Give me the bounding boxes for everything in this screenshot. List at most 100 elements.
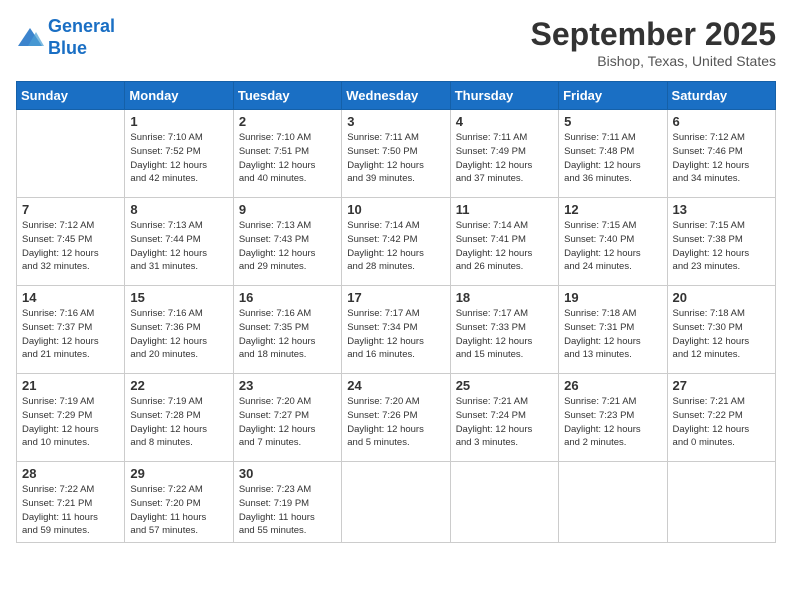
calendar-cell: 9 Sunrise: 7:13 AM Sunset: 7:43 PM Daylig… bbox=[233, 198, 341, 286]
day-info: Sunrise: 7:12 AM Sunset: 7:46 PM Dayligh… bbox=[673, 131, 770, 186]
day-number: 6 bbox=[673, 114, 770, 129]
calendar-cell: 24 Sunrise: 7:20 AM Sunset: 7:26 PM Dayli… bbox=[342, 374, 450, 462]
day-number: 30 bbox=[239, 466, 336, 481]
day-info: Sunrise: 7:19 AM Sunset: 7:29 PM Dayligh… bbox=[22, 395, 119, 450]
header-row: Sunday Monday Tuesday Wednesday Thursday… bbox=[17, 82, 776, 110]
day-number: 22 bbox=[130, 378, 227, 393]
day-number: 23 bbox=[239, 378, 336, 393]
day-number: 28 bbox=[22, 466, 119, 481]
day-info: Sunrise: 7:21 AM Sunset: 7:23 PM Dayligh… bbox=[564, 395, 661, 450]
day-number: 19 bbox=[564, 290, 661, 305]
day-info: Sunrise: 7:14 AM Sunset: 7:41 PM Dayligh… bbox=[456, 219, 553, 274]
calendar-week-5: 28 Sunrise: 7:22 AM Sunset: 7:21 PM Dayli… bbox=[17, 462, 776, 543]
calendar-week-3: 14 Sunrise: 7:16 AM Sunset: 7:37 PM Dayli… bbox=[17, 286, 776, 374]
page-header: General Blue September 2025 Bishop, Texa… bbox=[16, 16, 776, 69]
day-info: Sunrise: 7:20 AM Sunset: 7:27 PM Dayligh… bbox=[239, 395, 336, 450]
day-info: Sunrise: 7:13 AM Sunset: 7:44 PM Dayligh… bbox=[130, 219, 227, 274]
day-number: 25 bbox=[456, 378, 553, 393]
calendar-cell: 7Sunrise: 7:12 AM Sunset: 7:45 PM Daylig… bbox=[17, 198, 125, 286]
calendar-cell: 2 Sunrise: 7:10 AM Sunset: 7:51 PM Daylig… bbox=[233, 110, 341, 198]
calendar-cell: 16Sunrise: 7:16 AM Sunset: 7:35 PM Dayli… bbox=[233, 286, 341, 374]
day-info: Sunrise: 7:23 AM Sunset: 7:19 PM Dayligh… bbox=[239, 483, 336, 538]
day-info: Sunrise: 7:22 AM Sunset: 7:21 PM Dayligh… bbox=[22, 483, 119, 538]
calendar-cell: 4 Sunrise: 7:11 AM Sunset: 7:49 PM Daylig… bbox=[450, 110, 558, 198]
day-info: Sunrise: 7:11 AM Sunset: 7:49 PM Dayligh… bbox=[456, 131, 553, 186]
calendar-cell: 18 Sunrise: 7:17 AM Sunset: 7:33 PM Dayli… bbox=[450, 286, 558, 374]
day-number: 2 bbox=[239, 114, 336, 129]
calendar-cell: 8 Sunrise: 7:13 AM Sunset: 7:44 PM Daylig… bbox=[125, 198, 233, 286]
day-info: Sunrise: 7:14 AM Sunset: 7:42 PM Dayligh… bbox=[347, 219, 444, 274]
calendar-cell: 1 Sunrise: 7:10 AM Sunset: 7:52 PM Daylig… bbox=[125, 110, 233, 198]
header-sunday: Sunday bbox=[17, 82, 125, 110]
calendar-cell bbox=[450, 462, 558, 543]
calendar-cell: 10 Sunrise: 7:14 AM Sunset: 7:42 PM Dayli… bbox=[342, 198, 450, 286]
day-info: Sunrise: 7:15 AM Sunset: 7:38 PM Dayligh… bbox=[673, 219, 770, 274]
day-number: 10 bbox=[347, 202, 444, 217]
day-number: 27 bbox=[673, 378, 770, 393]
calendar-cell: 27Sunrise: 7:21 AM Sunset: 7:22 PM Dayli… bbox=[667, 374, 775, 462]
day-number: 14 bbox=[22, 290, 119, 305]
day-number: 18 bbox=[456, 290, 553, 305]
calendar-cell: 12 Sunrise: 7:15 AM Sunset: 7:40 PM Dayli… bbox=[559, 198, 667, 286]
day-info: Sunrise: 7:12 AM Sunset: 7:45 PM Dayligh… bbox=[22, 219, 119, 274]
calendar-cell: 26 Sunrise: 7:21 AM Sunset: 7:23 PM Dayli… bbox=[559, 374, 667, 462]
day-info: Sunrise: 7:22 AM Sunset: 7:20 PM Dayligh… bbox=[130, 483, 227, 538]
day-info: Sunrise: 7:11 AM Sunset: 7:50 PM Dayligh… bbox=[347, 131, 444, 186]
day-info: Sunrise: 7:16 AM Sunset: 7:35 PM Dayligh… bbox=[239, 307, 336, 362]
calendar-cell: 29 Sunrise: 7:22 AM Sunset: 7:20 PM Dayli… bbox=[125, 462, 233, 543]
day-info: Sunrise: 7:10 AM Sunset: 7:52 PM Dayligh… bbox=[130, 131, 227, 186]
logo: General Blue bbox=[16, 16, 115, 59]
calendar-table: Sunday Monday Tuesday Wednesday Thursday… bbox=[16, 81, 776, 543]
title-block: September 2025 Bishop, Texas, United Sta… bbox=[531, 16, 776, 69]
day-number: 12 bbox=[564, 202, 661, 217]
day-number: 24 bbox=[347, 378, 444, 393]
calendar-cell: 21Sunrise: 7:19 AM Sunset: 7:29 PM Dayli… bbox=[17, 374, 125, 462]
header-friday: Friday bbox=[559, 82, 667, 110]
day-number: 20 bbox=[673, 290, 770, 305]
calendar-week-1: 1 Sunrise: 7:10 AM Sunset: 7:52 PM Daylig… bbox=[17, 110, 776, 198]
day-info: Sunrise: 7:19 AM Sunset: 7:28 PM Dayligh… bbox=[130, 395, 227, 450]
day-number: 4 bbox=[456, 114, 553, 129]
calendar-cell: 19Sunrise: 7:18 AM Sunset: 7:31 PM Dayli… bbox=[559, 286, 667, 374]
day-info: Sunrise: 7:10 AM Sunset: 7:51 PM Dayligh… bbox=[239, 131, 336, 186]
calendar-cell: 23 Sunrise: 7:20 AM Sunset: 7:27 PM Dayli… bbox=[233, 374, 341, 462]
day-info: Sunrise: 7:13 AM Sunset: 7:43 PM Dayligh… bbox=[239, 219, 336, 274]
day-info: Sunrise: 7:15 AM Sunset: 7:40 PM Dayligh… bbox=[564, 219, 661, 274]
calendar-week-2: 7Sunrise: 7:12 AM Sunset: 7:45 PM Daylig… bbox=[17, 198, 776, 286]
calendar-week-4: 21Sunrise: 7:19 AM Sunset: 7:29 PM Dayli… bbox=[17, 374, 776, 462]
day-number: 5 bbox=[564, 114, 661, 129]
header-tuesday: Tuesday bbox=[233, 82, 341, 110]
day-info: Sunrise: 7:17 AM Sunset: 7:33 PM Dayligh… bbox=[456, 307, 553, 362]
day-number: 13 bbox=[673, 202, 770, 217]
header-monday: Monday bbox=[125, 82, 233, 110]
day-number: 26 bbox=[564, 378, 661, 393]
calendar-cell bbox=[559, 462, 667, 543]
calendar-cell: 11Sunrise: 7:14 AM Sunset: 7:41 PM Dayli… bbox=[450, 198, 558, 286]
calendar-cell: 14 Sunrise: 7:16 AM Sunset: 7:37 PM Dayli… bbox=[17, 286, 125, 374]
day-number: 1 bbox=[130, 114, 227, 129]
day-info: Sunrise: 7:16 AM Sunset: 7:37 PM Dayligh… bbox=[22, 307, 119, 362]
day-info: Sunrise: 7:11 AM Sunset: 7:48 PM Dayligh… bbox=[564, 131, 661, 186]
calendar-cell bbox=[342, 462, 450, 543]
calendar-cell: 17Sunrise: 7:17 AM Sunset: 7:34 PM Dayli… bbox=[342, 286, 450, 374]
day-number: 8 bbox=[130, 202, 227, 217]
calendar-header: Sunday Monday Tuesday Wednesday Thursday… bbox=[17, 82, 776, 110]
header-wednesday: Wednesday bbox=[342, 82, 450, 110]
calendar-cell: 3Sunrise: 7:11 AM Sunset: 7:50 PM Daylig… bbox=[342, 110, 450, 198]
header-thursday: Thursday bbox=[450, 82, 558, 110]
header-saturday: Saturday bbox=[667, 82, 775, 110]
day-number: 29 bbox=[130, 466, 227, 481]
calendar-cell: 25Sunrise: 7:21 AM Sunset: 7:24 PM Dayli… bbox=[450, 374, 558, 462]
calendar-cell bbox=[667, 462, 775, 543]
day-info: Sunrise: 7:17 AM Sunset: 7:34 PM Dayligh… bbox=[347, 307, 444, 362]
calendar-cell: 6 Sunrise: 7:12 AM Sunset: 7:46 PM Daylig… bbox=[667, 110, 775, 198]
calendar-cell: 20Sunrise: 7:18 AM Sunset: 7:30 PM Dayli… bbox=[667, 286, 775, 374]
day-info: Sunrise: 7:20 AM Sunset: 7:26 PM Dayligh… bbox=[347, 395, 444, 450]
calendar-cell: 30 Sunrise: 7:23 AM Sunset: 7:19 PM Dayli… bbox=[233, 462, 341, 543]
calendar-cell: 15Sunrise: 7:16 AM Sunset: 7:36 PM Dayli… bbox=[125, 286, 233, 374]
day-number: 9 bbox=[239, 202, 336, 217]
month-title: September 2025 bbox=[531, 16, 776, 53]
logo-icon bbox=[16, 24, 44, 52]
calendar-cell: 28 Sunrise: 7:22 AM Sunset: 7:21 PM Dayli… bbox=[17, 462, 125, 543]
logo-line1: General bbox=[48, 16, 115, 36]
